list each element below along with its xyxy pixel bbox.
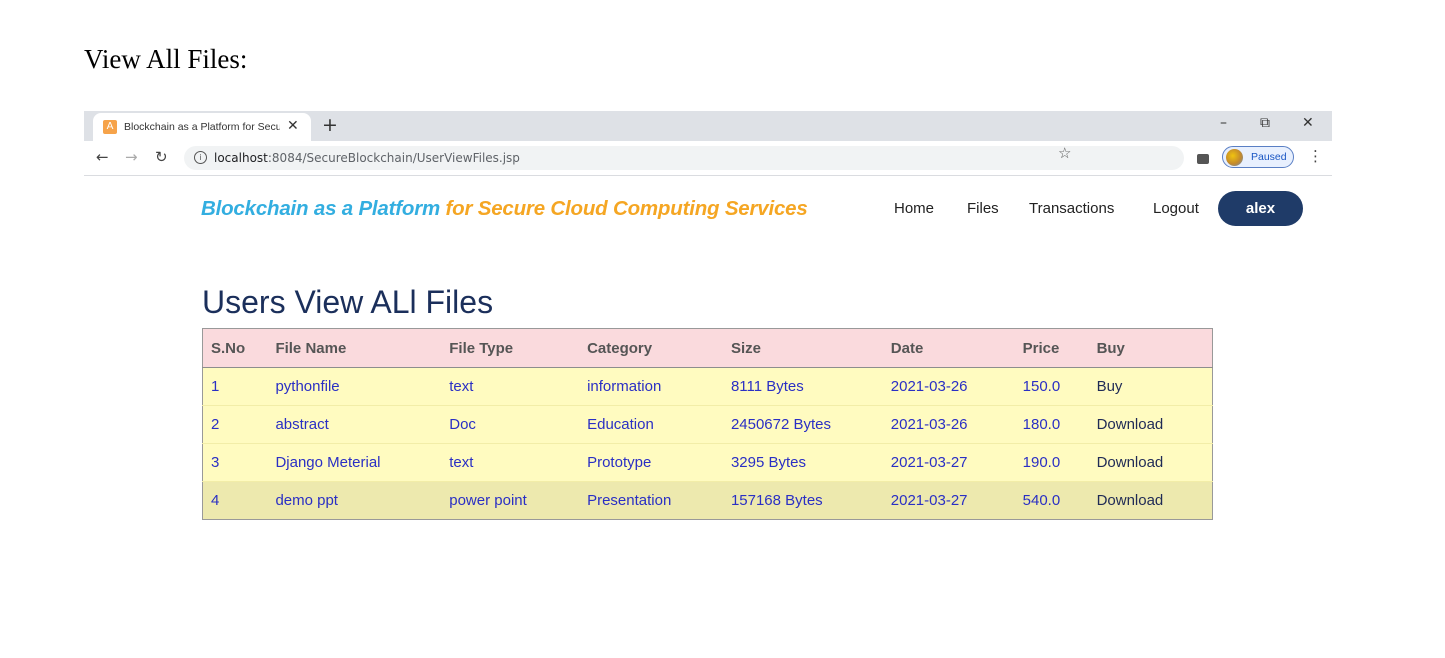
avatar — [1226, 149, 1243, 166]
nav-logout[interactable]: Logout — [1153, 200, 1199, 217]
table-header-row: S.No File Name File Type Category Size D… — [202, 328, 1213, 368]
forward-arrow-icon[interactable]: → — [125, 148, 138, 166]
cell-date: 2021-03-26 — [882, 405, 1015, 444]
url-host: localhost — [214, 151, 268, 165]
cell-category: Prototype — [579, 443, 723, 482]
nav-home[interactable]: Home — [894, 200, 934, 217]
puzzle-icon[interactable] — [1197, 154, 1209, 164]
cell-price: 180.0 — [1014, 405, 1089, 444]
buy-link[interactable]: Buy — [1088, 367, 1213, 406]
info-icon[interactable]: i — [194, 151, 207, 164]
column-header: Buy — [1088, 328, 1213, 368]
cell-sno: 3 — [202, 443, 268, 482]
table-row: 1 pythonfile text information 8111 Bytes… — [202, 367, 1213, 406]
cell-file-name: pythonfile — [267, 367, 442, 406]
browser-toolbar: ← → ↻ i localhost:8084/SecureBlockchain/… — [84, 141, 1332, 176]
download-link[interactable]: Download — [1088, 481, 1213, 520]
cell-price: 150.0 — [1014, 367, 1089, 406]
user-button[interactable]: alex — [1218, 191, 1303, 226]
cell-date: 2021-03-26 — [882, 367, 1015, 406]
tab-close-icon[interactable]: ✕ — [287, 118, 299, 134]
favicon-icon: A — [103, 120, 117, 134]
browser-tab[interactable]: A Blockchain as a Platform for Secu ✕ — [93, 113, 311, 141]
cell-file-name: abstract — [267, 405, 442, 444]
cell-date: 2021-03-27 — [882, 443, 1015, 482]
cell-category: Education — [579, 405, 723, 444]
page-title: Users View ALl Files — [202, 284, 494, 320]
cell-category: information — [579, 367, 723, 406]
brand-part-2: for Secure Cloud Computing Services — [445, 197, 808, 220]
new-tab-button[interactable]: + — [322, 114, 338, 136]
column-header: Size — [722, 328, 883, 368]
cell-price: 540.0 — [1014, 481, 1089, 520]
cell-price: 190.0 — [1014, 443, 1089, 482]
cell-sno: 4 — [202, 481, 268, 520]
column-header: S.No — [202, 328, 268, 368]
cell-size: 3295 Bytes — [722, 443, 883, 482]
column-header: Price — [1014, 328, 1089, 368]
back-arrow-icon[interactable]: ← — [96, 148, 109, 166]
table-row: 3 Django Meterial text Prototype 3295 By… — [202, 443, 1213, 482]
cell-file-type: text — [441, 367, 580, 406]
table-row: 4 demo ppt power point Presentation 1571… — [202, 481, 1213, 520]
cell-file-type: power point — [441, 481, 580, 520]
url-path: :8084/SecureBlockchain/UserViewFiles.jsp — [267, 151, 520, 165]
cell-size: 157168 Bytes — [722, 481, 883, 520]
document-heading: View All Files: — [84, 44, 248, 74]
minimize-button[interactable]: – — [1220, 115, 1227, 131]
column-header: File Type — [441, 328, 580, 368]
column-header: File Name — [267, 328, 442, 368]
table-row: 2 abstract Doc Education 2450672 Bytes 2… — [202, 405, 1213, 444]
cell-size: 2450672 Bytes — [722, 405, 883, 444]
column-header: Date — [882, 328, 1015, 368]
cell-file-type: Doc — [441, 405, 580, 444]
cell-sno: 1 — [202, 367, 268, 406]
download-link[interactable]: Download — [1088, 443, 1213, 482]
cell-file-name: Django Meterial — [267, 443, 442, 482]
cell-date: 2021-03-27 — [882, 481, 1015, 520]
cell-size: 8111 Bytes — [722, 367, 883, 406]
close-window-button[interactable]: ✕ — [1302, 115, 1314, 131]
profile-button[interactable]: Paused — [1222, 146, 1294, 168]
site-brand[interactable]: Blockchain as a Platform for Secure Clou… — [201, 197, 808, 221]
restore-button[interactable]: ⧉ — [1260, 115, 1270, 131]
cell-file-name: demo ppt — [267, 481, 442, 520]
profile-status: Paused — [1251, 151, 1287, 163]
tab-title: Blockchain as a Platform for Secu — [124, 121, 280, 133]
cell-category: Presentation — [579, 481, 723, 520]
browser-window: A Blockchain as a Platform for Secu ✕ + … — [84, 111, 1332, 551]
bookmark-star-icon[interactable]: ☆ — [1058, 144, 1071, 162]
column-header: Category — [579, 328, 723, 368]
url-text[interactable]: localhost:8084/SecureBlockchain/UserView… — [214, 151, 520, 165]
address-bar[interactable]: i localhost:8084/SecureBlockchain/UserVi… — [184, 146, 1184, 170]
cell-sno: 2 — [202, 405, 268, 444]
web-page: Blockchain as a Platform for Secure Clou… — [84, 176, 1332, 551]
brand-part-1: Blockchain as a Platform — [201, 197, 441, 220]
cell-file-type: text — [441, 443, 580, 482]
reload-icon[interactable]: ↻ — [155, 148, 168, 166]
nav-files[interactable]: Files — [967, 200, 999, 217]
nav-transactions[interactable]: Transactions — [1029, 200, 1114, 217]
kebab-menu-icon[interactable]: ⋮ — [1308, 147, 1323, 165]
download-link[interactable]: Download — [1088, 405, 1213, 444]
files-table: S.No File Name File Type Category Size D… — [202, 328, 1213, 520]
tab-bar: A Blockchain as a Platform for Secu ✕ + … — [84, 111, 1332, 141]
